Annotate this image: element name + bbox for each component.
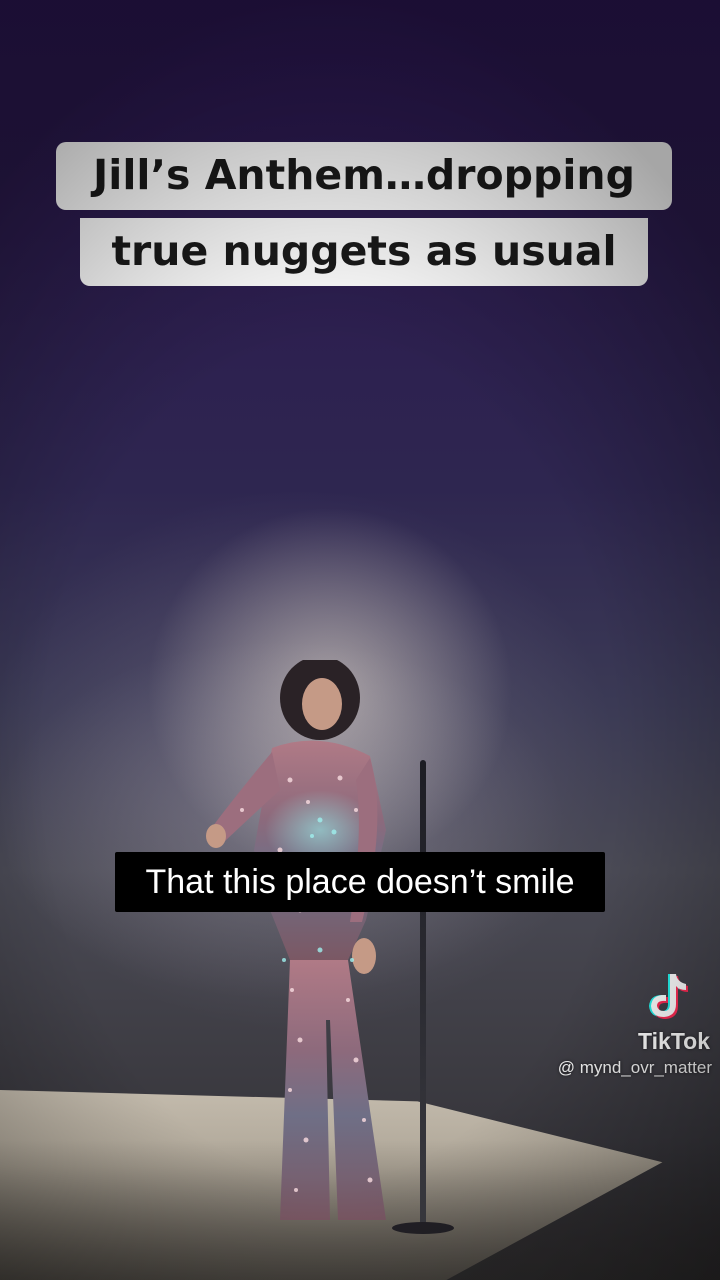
microphone-stand-base [392,1222,454,1234]
caption-line-2: true nuggets as usual [80,218,648,286]
tiktok-note-icon [649,974,688,1019]
video-frame[interactable]: Jill’s Anthem…dropping true nuggets as u… [0,0,720,1280]
lyric-subtitle: That this place doesn’t smile [115,852,605,912]
caption-line-1: Jill’s Anthem…dropping [56,142,672,210]
creator-handle: @ mynd_ovr_matter [557,1058,712,1077]
microphone-stand [420,760,426,1230]
performer-figure [206,660,386,1220]
tiktok-brand-label: TikTok [638,1028,710,1054]
